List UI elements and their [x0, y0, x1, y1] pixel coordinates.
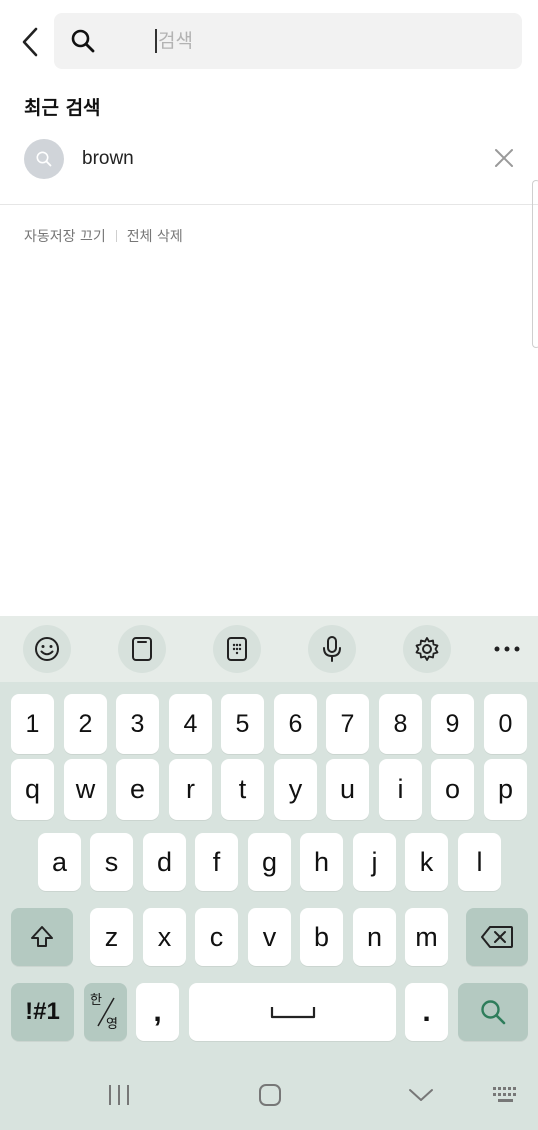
keyboard-switch-button[interactable] [486, 1078, 526, 1112]
keyboard-icon [493, 1087, 516, 1102]
period-key[interactable]: . [405, 983, 448, 1041]
search-icon [71, 29, 95, 53]
recent-search-text[interactable]: brown [82, 148, 134, 170]
keypad-button[interactable] [213, 625, 261, 673]
key-o[interactable]: o [431, 759, 474, 820]
language-toggle-key[interactable]: 한 영 [84, 983, 127, 1041]
key-h[interactable]: h [300, 833, 343, 891]
keyboard-settings-button[interactable] [403, 625, 451, 673]
key-m[interactable]: m [405, 908, 448, 966]
emoji-icon [35, 637, 59, 661]
key-r[interactable]: r [169, 759, 212, 820]
system-navigation-bar [0, 1060, 538, 1130]
keyboard-toolbar [0, 616, 538, 682]
key-n[interactable]: n [353, 908, 396, 966]
key-c[interactable]: c [195, 908, 238, 966]
auto-save-off-link[interactable]: 자동저장 끄기 [24, 226, 106, 246]
key-w[interactable]: w [64, 759, 107, 820]
key-l[interactable]: l [458, 833, 501, 891]
hide-keyboard-button[interactable] [401, 1078, 441, 1112]
key-s[interactable]: s [90, 833, 133, 891]
key-x[interactable]: x [143, 908, 186, 966]
search-icon [481, 1000, 506, 1025]
key-e[interactable]: e [116, 759, 159, 820]
key-4[interactable]: 4 [169, 694, 212, 754]
chevron-left-icon [22, 27, 38, 57]
key-y[interactable]: y [274, 759, 317, 820]
clipboard-button[interactable] [118, 625, 166, 673]
key-z[interactable]: z [90, 908, 133, 966]
key-k[interactable]: k [405, 833, 448, 891]
gear-icon [415, 637, 439, 661]
clipboard-icon [132, 637, 152, 661]
home-button[interactable] [250, 1078, 290, 1112]
space-icon [270, 1007, 315, 1019]
key-6[interactable]: 6 [274, 694, 317, 754]
key-1[interactable]: 1 [11, 694, 54, 754]
key-u[interactable]: u [326, 759, 369, 820]
key-3[interactable]: 3 [116, 694, 159, 754]
more-icon [494, 646, 520, 652]
chevron-down-icon [409, 1089, 433, 1101]
language-english-label: 영 [106, 1017, 118, 1032]
emoji-button[interactable] [23, 625, 71, 673]
key-a[interactable]: a [38, 833, 81, 891]
separator [115, 230, 117, 242]
backspace-key[interactable] [466, 908, 528, 966]
key-d[interactable]: d [143, 833, 186, 891]
voice-input-button[interactable] [308, 625, 356, 673]
symbols-key[interactable]: !#1 [11, 983, 74, 1041]
key-0[interactable]: 0 [484, 694, 527, 754]
key-b[interactable]: b [300, 908, 343, 966]
back-button[interactable] [8, 18, 52, 66]
search-key[interactable] [458, 983, 528, 1041]
comma-key[interactable]: , [136, 983, 179, 1041]
scrollbar[interactable] [532, 180, 538, 348]
list-item[interactable]: brown [0, 136, 538, 184]
divider [0, 204, 538, 205]
key-5[interactable]: 5 [221, 694, 264, 754]
key-p[interactable]: p [484, 759, 527, 820]
key-q[interactable]: q [11, 759, 54, 820]
key-9[interactable]: 9 [431, 694, 474, 754]
close-icon [495, 149, 513, 167]
key-i[interactable]: i [379, 759, 422, 820]
search-bar[interactable] [54, 13, 522, 69]
recent-apps-icon [109, 1085, 129, 1105]
recent-search-title: 최근 검색 [24, 97, 101, 119]
remove-recent-button[interactable] [490, 144, 518, 172]
key-j[interactable]: j [353, 833, 396, 891]
recent-search-actions: 자동저장 끄기 전체 삭제 [24, 226, 183, 246]
recent-search-avatar [24, 139, 64, 179]
keypad-icon [227, 637, 247, 661]
key-g[interactable]: g [248, 833, 291, 891]
search-icon [36, 151, 52, 167]
key-2[interactable]: 2 [64, 694, 107, 754]
language-korean-label: 한 [90, 993, 102, 1008]
key-8[interactable]: 8 [379, 694, 422, 754]
key-t[interactable]: t [221, 759, 264, 820]
backspace-icon [481, 926, 513, 948]
space-key[interactable] [189, 983, 396, 1041]
key-7[interactable]: 7 [326, 694, 369, 754]
shift-icon [31, 926, 53, 947]
recent-apps-button[interactable] [99, 1078, 139, 1112]
key-f[interactable]: f [195, 833, 238, 891]
microphone-icon [323, 636, 341, 662]
delete-all-link[interactable]: 전체 삭제 [127, 226, 183, 246]
more-options-button[interactable] [483, 625, 531, 673]
search-input[interactable] [103, 13, 503, 69]
key-v[interactable]: v [248, 908, 291, 966]
home-icon [259, 1084, 281, 1106]
shift-key[interactable] [11, 908, 73, 966]
